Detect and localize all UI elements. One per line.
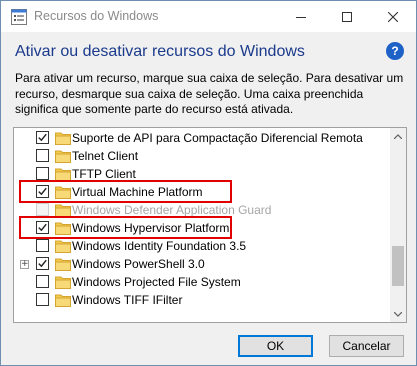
title-bar[interactable]: Recursos do Windows — [1, 1, 416, 32]
feature-checkbox[interactable] — [36, 167, 49, 180]
window-title: Recursos do Windows — [34, 9, 159, 23]
feature-label: Windows PowerShell 3.0 — [72, 257, 205, 271]
folder-icon — [55, 168, 71, 181]
folder-icon — [55, 258, 71, 271]
feature-checkbox[interactable] — [36, 275, 49, 288]
feature-row[interactable]: Suporte de API para Compactação Diferenc… — [14, 130, 390, 148]
help-icon[interactable]: ? — [386, 42, 404, 60]
folder-icon — [55, 150, 71, 163]
highlight-box — [19, 216, 232, 239]
instructions-text: Para ativar um recurso, marque sua caixa… — [15, 71, 404, 116]
feature-checkbox[interactable] — [36, 293, 49, 306]
checkmark-icon — [38, 259, 47, 268]
features-tree[interactable]: Suporte de API para Compactação Diferenc… — [13, 127, 407, 323]
feature-label: Windows Identity Foundation 3.5 — [72, 239, 247, 253]
feature-row[interactable]: Windows Projected File System — [14, 274, 390, 292]
chevron-down-icon — [394, 311, 402, 317]
feature-label: Windows TIFF IFilter — [72, 293, 183, 307]
checkmark-icon — [38, 133, 47, 142]
folder-icon — [55, 204, 71, 217]
close-icon — [388, 11, 398, 22]
folder-icon — [55, 132, 71, 145]
feature-label: TFTP Client — [72, 167, 136, 181]
feature-row[interactable]: + Windows PowerShell 3.0 — [14, 256, 390, 274]
folder-icon — [55, 294, 71, 307]
scroll-up-button[interactable] — [390, 128, 406, 144]
feature-checkbox[interactable] — [36, 257, 49, 270]
feature-label: Telnet Client — [72, 149, 139, 163]
features-dialog: Recursos do Windows Ativar ou desativar … — [0, 0, 417, 366]
maximize-button[interactable] — [324, 1, 370, 32]
folder-icon — [55, 240, 71, 253]
feature-checkbox[interactable] — [36, 131, 49, 144]
vertical-scrollbar[interactable] — [390, 128, 406, 322]
scroll-down-button[interactable] — [390, 306, 406, 322]
feature-checkbox — [36, 203, 49, 216]
feature-checkbox[interactable] — [36, 149, 49, 162]
feature-row[interactable]: Windows TIFF IFilter — [14, 292, 390, 310]
cancel-button[interactable]: Cancelar — [329, 335, 404, 357]
maximize-icon — [342, 11, 352, 22]
windows-features-icon — [11, 9, 27, 25]
feature-row[interactable]: Windows Identity Foundation 3.5 — [14, 238, 390, 256]
minimize-icon — [296, 16, 306, 18]
chevron-up-icon — [394, 133, 402, 139]
feature-label: Windows Defender Application Guard — [72, 203, 272, 217]
close-button[interactable] — [370, 1, 416, 32]
expand-icon[interactable]: + — [20, 260, 29, 269]
feature-row[interactable]: Telnet Client — [14, 148, 390, 166]
feature-label: Windows Projected File System — [72, 275, 241, 289]
scroll-thumb[interactable] — [392, 246, 404, 286]
highlight-box — [19, 180, 232, 203]
page-title: Ativar ou desativar recursos do Windows — [15, 43, 305, 60]
feature-label: Suporte de API para Compactação Diferenc… — [72, 131, 363, 145]
folder-icon — [55, 276, 71, 289]
ok-button[interactable]: OK — [238, 335, 313, 357]
feature-checkbox[interactable] — [36, 239, 49, 252]
minimize-button[interactable] — [278, 1, 324, 32]
